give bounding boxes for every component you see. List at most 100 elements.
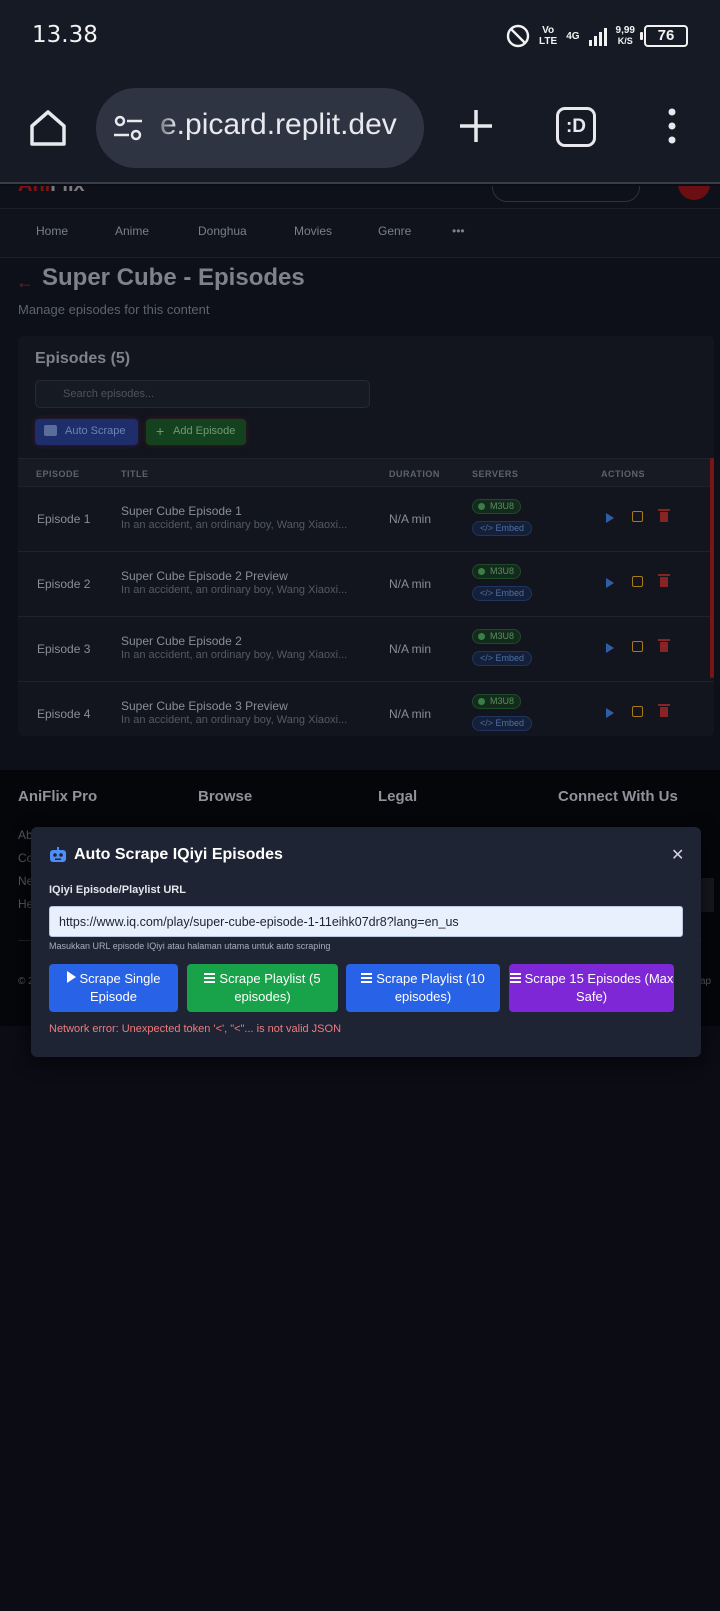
trash-icon[interactable]	[658, 639, 670, 652]
add-episode-button[interactable]: + Add Episode	[146, 419, 246, 445]
status-bar: 13.38 Vo LTE 4G 9,99 K/S 76	[0, 0, 720, 72]
m3u8-badge: M3U8	[472, 499, 522, 514]
scrape-single-episode-button[interactable]: Scrape Single Episode	[49, 964, 178, 1012]
episode-duration: N/A min	[389, 642, 432, 656]
do-not-disturb-icon	[506, 24, 530, 48]
scrape-playlist-10-button[interactable]: Scrape Playlist (10 episodes)	[346, 964, 500, 1012]
table-row: Episode 4 Super Cube Episode 3 Preview I…	[18, 681, 714, 746]
home-icon[interactable]	[26, 106, 70, 150]
episode-description: In an accident, an ordinary boy, Wang Xi…	[121, 714, 348, 726]
url-field-hint: Masukkan URL episode IQiyi atau halaman …	[49, 941, 331, 951]
list-icon	[204, 973, 216, 983]
table-row: Episode 1 Super Cube Episode 1 In an acc…	[18, 486, 714, 551]
play-icon[interactable]	[606, 513, 614, 523]
episode-title: Super Cube Episode 3 Preview	[121, 699, 288, 713]
list-icon	[361, 973, 373, 983]
tab-switcher-button[interactable]: :D	[556, 107, 596, 147]
m3u8-badge: M3U8	[472, 629, 522, 644]
main-nav: Home Anime Donghua Movies Genre •••	[0, 208, 720, 258]
list-icon	[509, 973, 521, 983]
browser-toolbar: e.picard.replit.dev :D	[0, 72, 720, 184]
episode-number: Episode 3	[37, 642, 91, 656]
table-row: Episode 3 Super Cube Episode 2 In an acc…	[18, 616, 714, 681]
edit-icon[interactable]	[632, 706, 643, 717]
url-field-label: IQiyi Episode/Playlist URL	[49, 884, 186, 896]
table-scrollbar[interactable]	[710, 458, 714, 678]
footer-link[interactable]: ap	[700, 976, 711, 987]
robot-icon	[44, 425, 57, 436]
volte-indicator: Vo LTE	[539, 25, 558, 47]
url-fade	[148, 88, 178, 168]
m3u8-badge: M3U8	[472, 564, 522, 579]
avatar[interactable]	[678, 186, 710, 200]
episodes-card-title: Episodes (5)	[35, 350, 131, 367]
page-title: Super Cube - Episodes	[42, 264, 305, 291]
plus-icon: +	[156, 423, 165, 439]
episode-duration: N/A min	[389, 707, 432, 721]
site-header: AniFlix	[0, 186, 720, 208]
main-content: ← Super Cube - Episodes Manage episodes …	[0, 258, 720, 770]
table-header: EPISODE TITLE DURATION SERVERS ACTIONS	[18, 458, 714, 486]
episode-number: Episode 4	[37, 707, 91, 721]
episode-search-input[interactable]: Search episodes...	[35, 380, 370, 408]
new-tab-icon[interactable]	[456, 106, 496, 146]
table-row: Episode 2 Super Cube Episode 2 Preview I…	[18, 551, 714, 616]
nav-movies[interactable]: Movies	[294, 224, 332, 238]
episode-description: In an accident, an ordinary boy, Wang Xi…	[121, 519, 348, 531]
embed-badge: </> Embed	[472, 651, 533, 666]
site-logo[interactable]: AniFlix	[18, 186, 85, 197]
column-header-servers: SERVERS	[472, 469, 519, 479]
error-message: Network error: Unexpected token '<', "<"…	[49, 1023, 342, 1035]
edit-icon[interactable]	[632, 511, 643, 522]
edit-icon[interactable]	[632, 641, 643, 652]
episodes-table: EPISODE TITLE DURATION SERVERS ACTIONS E…	[18, 458, 714, 746]
header-search-input[interactable]	[492, 186, 640, 202]
iqiyi-url-input[interactable]: https://www.iq.com/play/super-cube-episo…	[49, 906, 683, 937]
footer-heading-connect: Connect With Us	[558, 788, 678, 805]
footer-heading-browse: Browse	[198, 788, 253, 805]
scrape-15-episodes-button[interactable]: Scrape 15 Episodes (Max Safe)	[509, 964, 674, 1012]
play-icon[interactable]	[606, 708, 614, 718]
episode-duration: N/A min	[389, 577, 432, 591]
footer-heading-legal: Legal	[378, 788, 418, 805]
robot-icon	[50, 847, 66, 862]
status-time: 13.38	[32, 22, 98, 48]
nav-genre[interactable]: Genre	[378, 224, 411, 238]
back-arrow-icon[interactable]: ←	[16, 272, 34, 293]
play-icon[interactable]	[606, 578, 614, 588]
modal-title: Auto Scrape IQiyi Episodes	[74, 846, 283, 863]
edit-icon[interactable]	[632, 576, 643, 587]
scrape-playlist-5-button[interactable]: Scrape Playlist (5 episodes)	[187, 964, 338, 1012]
episode-title: Super Cube Episode 2	[121, 634, 242, 648]
play-icon	[66, 971, 76, 983]
nav-donghua[interactable]: Donghua	[198, 224, 247, 238]
episode-description: In an accident, an ordinary boy, Wang Xi…	[121, 584, 348, 596]
nav-home[interactable]: Home	[36, 224, 68, 238]
trash-icon[interactable]	[658, 574, 670, 587]
embed-badge: </> Embed	[472, 586, 533, 601]
footer-heading-brand: AniFlix Pro	[18, 788, 98, 805]
embed-badge: </> Embed	[472, 521, 533, 536]
episode-duration: N/A min	[389, 512, 432, 526]
nav-more-icon[interactable]: •••	[452, 224, 465, 238]
data-speed: 9,99 K/S	[615, 25, 635, 46]
play-icon[interactable]	[606, 643, 614, 653]
trash-icon[interactable]	[658, 704, 670, 717]
address-bar[interactable]: e.picard.replit.dev	[96, 88, 424, 168]
nav-anime[interactable]: Anime	[115, 224, 149, 238]
embed-badge: </> Embed	[472, 716, 533, 731]
page-subtitle: Manage episodes for this content	[18, 302, 210, 317]
more-menu-icon[interactable]	[660, 106, 684, 146]
site-settings-icon[interactable]	[112, 112, 144, 144]
m3u8-badge: M3U8	[472, 694, 522, 709]
episode-description: In an accident, an ordinary boy, Wang Xi…	[121, 649, 348, 661]
close-icon[interactable]: ✕	[671, 845, 684, 865]
signal-icon	[588, 26, 607, 46]
auto-scrape-modal: Auto Scrape IQiyi Episodes ✕ IQiyi Episo…	[31, 827, 701, 1057]
auto-scrape-button[interactable]: Auto Scrape	[35, 419, 138, 445]
episode-title: Super Cube Episode 1	[121, 504, 242, 518]
status-icons: Vo LTE 4G 9,99 K/S 76	[506, 22, 688, 50]
column-header-episode: EPISODE	[36, 469, 80, 479]
trash-icon[interactable]	[658, 509, 670, 522]
column-header-duration: DURATION	[389, 469, 440, 479]
